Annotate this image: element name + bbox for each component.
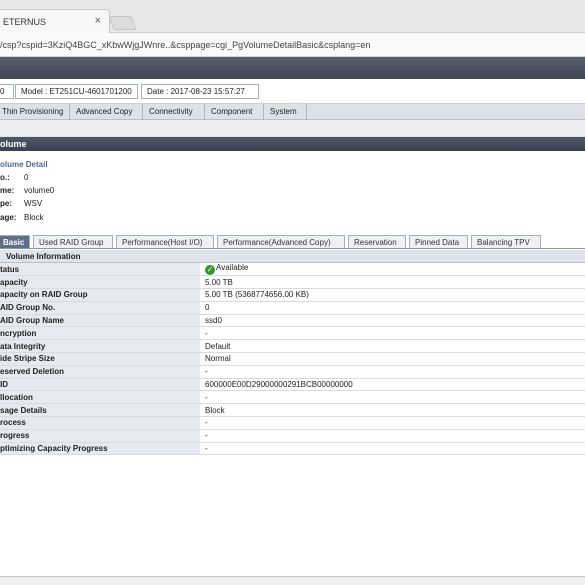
detail-key: age:	[0, 213, 17, 222]
row-label: eserved Deletion	[0, 365, 200, 379]
row-value: 0	[200, 301, 585, 315]
row-value: -	[200, 365, 585, 379]
detail-key: me:	[0, 186, 15, 195]
tab-balancing-tpv[interactable]: Balancing TPV	[471, 235, 541, 248]
row-label: ID	[0, 378, 200, 392]
table-row: eserved Deletion -	[0, 365, 585, 379]
row-value-status: ✓ Available	[200, 263, 585, 277]
row-label: ata Integrity	[0, 339, 200, 354]
row-value: Available	[216, 263, 249, 273]
url-text[interactable]: /csp?cspid=3KziQ4BGC_xKbwWjgJWnre..&cspp…	[0, 40, 370, 50]
row-label: rogress	[0, 429, 200, 443]
table-row: tatus ✓ Available	[0, 263, 585, 277]
detail-title: olume Detail	[0, 160, 48, 169]
table-row: rogress -	[0, 429, 585, 443]
table-row: sage Details Block	[0, 403, 585, 418]
row-value: -	[200, 416, 585, 430]
table-row: llocation -	[0, 390, 585, 405]
info-strip: 0 Model : ET251CU-4601701200 Date : 2017…	[0, 79, 585, 103]
tab-used-raid-group[interactable]: Used RAID Group	[33, 235, 113, 248]
detail-value: Block	[24, 213, 44, 222]
row-label: ncryption	[0, 326, 200, 341]
row-value: 5.00 TB (5368774656.00 KB)	[200, 288, 585, 302]
row-value: -	[200, 390, 585, 405]
table-row: AID Group No. 0	[0, 301, 585, 315]
section-title: olume	[0, 139, 27, 149]
table-row: ide Stripe Size Normal	[0, 352, 585, 366]
row-value: ssd0	[200, 314, 585, 328]
check-icon: ✓	[205, 265, 215, 276]
menu-system[interactable]: System	[264, 104, 307, 120]
date-value: Date : 2017-08-23 15:57:27	[147, 87, 245, 96]
status-box: 0	[0, 84, 14, 99]
new-tab-button[interactable]	[108, 16, 137, 30]
date-box: Date : 2017-08-23 15:57:27	[141, 84, 259, 99]
row-label: AID Group No.	[0, 301, 200, 315]
volume-info-table: tatus ✓ Available apacity 5.00 TB apacity …	[0, 263, 585, 456]
row-label: rocess	[0, 416, 200, 430]
row-label: tatus	[0, 263, 200, 277]
menu-advanced-copy[interactable]: Advanced Copy	[70, 104, 143, 120]
row-value: 600000E00D29000000291BCB00000000	[200, 378, 585, 392]
detail-value: WSV	[24, 199, 43, 208]
detail-key: o.:	[0, 173, 10, 182]
table-row: rocess -	[0, 416, 585, 430]
row-label: AID Group Name	[0, 314, 200, 328]
browser-tab[interactable]: ETERNUS ×	[0, 9, 110, 34]
section-header: olume	[0, 137, 585, 151]
row-label: sage Details	[0, 403, 200, 418]
row-value: -	[200, 326, 585, 341]
row-label: apacity	[0, 275, 200, 290]
close-icon[interactable]: ×	[95, 15, 101, 27]
table-row: apacity on RAID Group 5.00 TB (5368774656…	[0, 288, 585, 302]
row-value: 5.00 TB	[200, 275, 585, 290]
screen: ETERNUS × /csp?cspid=3KziQ4BGC_xKbwWjgJW…	[0, 0, 585, 585]
row-label: ptimizing Capacity Progress	[0, 442, 200, 456]
tab-pinned-data[interactable]: Pinned Data	[409, 235, 468, 248]
row-value: Block	[200, 403, 585, 418]
browser-tabstrip: ETERNUS ×	[0, 0, 585, 34]
row-value: -	[200, 429, 585, 443]
detail-key: pe:	[0, 199, 12, 208]
table-row: ncryption -	[0, 326, 585, 341]
sub-header-band	[0, 120, 585, 137]
footer-bar	[0, 576, 585, 585]
table-row: AID Group Name ssd0	[0, 314, 585, 328]
row-value: Default	[200, 339, 585, 354]
tab-performance-advanced-copy[interactable]: Performance(Advanced Copy)	[217, 235, 345, 248]
row-label: ide Stripe Size	[0, 352, 200, 366]
detail-tabs: Basic Used RAID Group Performance(Host I…	[0, 235, 585, 249]
table-row: ID 600000E00D29000000291BCB00000000	[0, 378, 585, 392]
row-label: apacity on RAID Group	[0, 288, 200, 302]
status-value: 0	[0, 87, 5, 96]
app-header-bar	[0, 57, 585, 79]
address-bar[interactable]: /csp?cspid=3KziQ4BGC_xKbwWjgJWnre..&cspp…	[0, 33, 585, 57]
table-row: ptimizing Capacity Progress -	[0, 442, 585, 456]
row-value: -	[200, 442, 585, 456]
main-menu-bar: Thin Provisioning Advanced Copy Connecti…	[0, 103, 585, 120]
row-value: Normal	[200, 352, 585, 366]
menu-component[interactable]: Component	[205, 104, 264, 120]
panel-title: Volume Information	[0, 250, 585, 263]
detail-value: 0	[24, 173, 29, 182]
row-label: llocation	[0, 390, 200, 405]
model-box: Model : ET251CU-4601701200	[15, 84, 138, 99]
tab-reservation[interactable]: Reservation	[348, 235, 406, 248]
tab-basic[interactable]: Basic	[0, 235, 30, 248]
menu-thin-provisioning[interactable]: Thin Provisioning	[0, 104, 70, 120]
detail-value: volume0	[24, 186, 55, 195]
browser-tab-title: ETERNUS	[3, 17, 47, 27]
menu-connectivity[interactable]: Connectivity	[143, 104, 205, 120]
table-row: ata Integrity Default	[0, 339, 585, 354]
table-row: apacity 5.00 TB	[0, 275, 585, 290]
model-value: Model : ET251CU-4601701200	[21, 87, 132, 96]
tab-performance-host-io[interactable]: Performance(Host I/O)	[116, 235, 214, 248]
